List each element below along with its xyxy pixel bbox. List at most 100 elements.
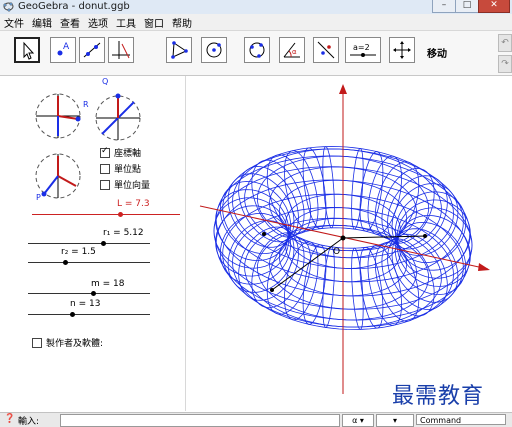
move-arrows-icon bbox=[393, 41, 411, 59]
circle-diagram-3 bbox=[35, 153, 81, 199]
slider-n-label: n = 13 bbox=[70, 299, 101, 309]
unit-vector-checkbox-row[interactable]: 單位向量 bbox=[100, 178, 150, 191]
reflect-line-icon bbox=[317, 41, 335, 59]
command-select-label: Command bbox=[420, 416, 462, 425]
point-q-label: Q bbox=[102, 77, 108, 86]
menu-edit[interactable]: 编辑 bbox=[28, 15, 56, 30]
origin-point bbox=[340, 235, 346, 241]
torus-plot: O bbox=[199, 84, 490, 394]
perpendicular-line-icon bbox=[112, 41, 130, 59]
torus-meridian bbox=[367, 244, 402, 326]
perpendicular-tool-button[interactable] bbox=[108, 37, 134, 63]
unit-point-checkbox[interactable] bbox=[100, 163, 110, 174]
menu-tools[interactable]: 工具 bbox=[112, 15, 140, 30]
unit-point-checkbox-row[interactable]: 單位點 bbox=[100, 162, 141, 175]
circle-diagram-1 bbox=[35, 93, 81, 139]
maximize-button[interactable]: □ bbox=[455, 0, 479, 13]
svg-text:A: A bbox=[63, 42, 70, 52]
svg-text:a=2: a=2 bbox=[353, 43, 370, 52]
circle-diagram-2 bbox=[95, 93, 141, 141]
slider-r2-label: r₂ = 1.5 bbox=[61, 247, 96, 257]
axes-checkbox[interactable] bbox=[100, 146, 110, 158]
angle-circles-diagram: Q R P bbox=[35, 77, 141, 202]
polygon-icon bbox=[171, 41, 188, 59]
torus-meridian bbox=[381, 238, 435, 317]
redo-button[interactable]: ↷ bbox=[498, 55, 512, 73]
circle-three-points-tool-button[interactable] bbox=[244, 37, 270, 63]
close-button[interactable]: ✕ bbox=[478, 0, 510, 13]
slider-m-label: m = 18 bbox=[91, 279, 125, 289]
x-axis-arrow-icon bbox=[478, 263, 490, 271]
menu-options[interactable]: 选项 bbox=[84, 15, 112, 30]
graphics-view[interactable]: O bbox=[186, 76, 512, 411]
angle-icon: α bbox=[283, 42, 300, 58]
slider-l-track[interactable] bbox=[32, 214, 180, 215]
minimize-button[interactable]: – bbox=[432, 0, 456, 13]
point-r-label: R bbox=[83, 100, 89, 109]
slider-r1-handle[interactable] bbox=[101, 241, 106, 246]
torus-point-left bbox=[262, 232, 266, 236]
watermark: 最需教育 bbox=[392, 384, 485, 409]
torus-meridian bbox=[251, 159, 305, 238]
unit-vector-checkbox[interactable] bbox=[100, 179, 110, 190]
title-bar: GeoGebra - donut.ggb – □ ✕ bbox=[0, 0, 512, 15]
slider-r2-track[interactable] bbox=[28, 262, 150, 263]
origin-label: O bbox=[333, 247, 340, 257]
slider-n-handle[interactable] bbox=[70, 312, 75, 317]
window-title: GeoGebra - donut.ggb bbox=[18, 1, 130, 12]
author-checkbox-label: 製作者及軟體: bbox=[46, 339, 104, 349]
slider-m-handle[interactable] bbox=[91, 291, 96, 296]
line-tool-button[interactable] bbox=[79, 37, 105, 63]
svg-text:α: α bbox=[292, 48, 297, 56]
symbol-select[interactable]: ▾ bbox=[376, 414, 414, 427]
unit-vector-checkbox-label: 單位向量 bbox=[114, 181, 151, 191]
control-panel: Q R P 座標軸 單位點 單位向量 L = 7.3 r₁ = 5.12 r₂ … bbox=[0, 76, 186, 411]
author-checkbox[interactable] bbox=[32, 337, 42, 348]
reflect-tool-button[interactable] bbox=[313, 37, 339, 63]
input-field[interactable] bbox=[60, 414, 340, 427]
slider-tool-button[interactable]: a=2 bbox=[345, 37, 381, 63]
author-checkbox-row[interactable]: 製作者及軟體: bbox=[32, 336, 103, 349]
menu-help[interactable]: 帮助 bbox=[168, 15, 196, 30]
slider-m-track[interactable] bbox=[28, 293, 150, 294]
command-select[interactable]: Command bbox=[416, 414, 506, 425]
angle-tool-button[interactable]: α bbox=[279, 37, 305, 63]
slider-r2-handle[interactable] bbox=[63, 260, 68, 265]
input-bar-prefix: 輸入: bbox=[18, 417, 40, 427]
circle-three-points-icon bbox=[249, 42, 265, 58]
menu-bar: 文件 编辑 查看 选项 工具 窗口 帮助 bbox=[0, 14, 512, 31]
point-p-label: P bbox=[36, 193, 41, 202]
move-view-tool-button[interactable] bbox=[389, 37, 415, 63]
slider-n-track[interactable] bbox=[28, 314, 150, 315]
z-axis-arrow-icon bbox=[339, 84, 347, 94]
active-tool-label: 移动 bbox=[427, 49, 447, 60]
input-bar-help-icon[interactable]: ❓ bbox=[4, 414, 15, 424]
torus-meridian bbox=[284, 150, 319, 232]
cursor-arrow-icon bbox=[23, 41, 35, 60]
polygon-tool-button[interactable] bbox=[166, 37, 192, 63]
menu-window[interactable]: 窗口 bbox=[140, 15, 168, 30]
circle-center-icon bbox=[206, 42, 222, 58]
undo-button[interactable]: ↶ bbox=[498, 34, 512, 52]
slider-icon: a=2 bbox=[350, 43, 376, 57]
unit-point-checkbox-label: 單位點 bbox=[114, 165, 142, 175]
line-through-points-icon bbox=[83, 42, 101, 58]
slider-l-label: L = 7.3 bbox=[117, 199, 150, 209]
toolbar: A α a=2 移动 ↶ ↷ bbox=[0, 31, 512, 76]
alpha-select[interactable]: α ▾ bbox=[342, 414, 374, 427]
point-icon: A bbox=[57, 42, 70, 56]
input-bar: ❓ 輸入: α ▾ ▾ Command bbox=[0, 412, 512, 427]
geogebra-logo-icon bbox=[3, 2, 14, 12]
menu-file[interactable]: 文件 bbox=[0, 15, 28, 30]
slider-r1-label: r₁ = 5.12 bbox=[103, 228, 144, 238]
torus-point-front bbox=[270, 288, 274, 292]
move-tool-button[interactable] bbox=[14, 37, 40, 63]
axes-checkbox-row[interactable]: 座標軸 bbox=[100, 146, 141, 159]
circle-center-tool-button[interactable] bbox=[201, 37, 227, 63]
point-tool-button[interactable]: A bbox=[50, 37, 76, 63]
axes-checkbox-label: 座標軸 bbox=[114, 149, 142, 159]
menu-view[interactable]: 查看 bbox=[56, 15, 84, 30]
slider-r1-track[interactable] bbox=[28, 243, 150, 244]
torus-point-right bbox=[423, 234, 427, 238]
slider-l-handle[interactable] bbox=[118, 212, 123, 217]
